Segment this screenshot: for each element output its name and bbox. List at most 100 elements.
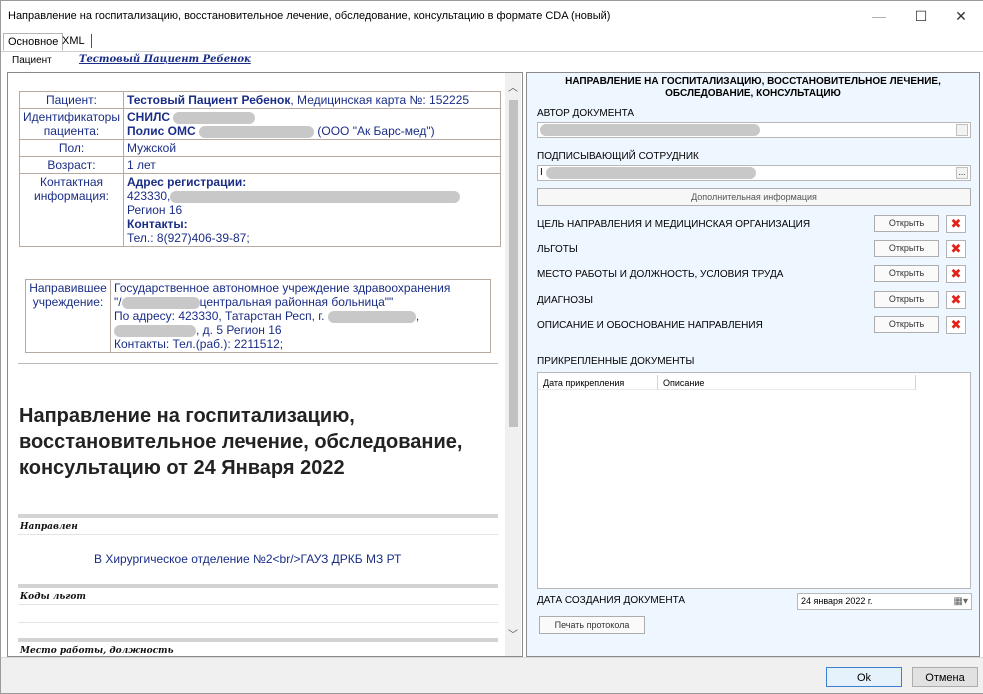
contact-value: Адрес регистрации: 423330, Регион 16 Кон… [123,173,501,247]
form-heading: НАПРАВЛЕНИЕ НА ГОСПИТАЛИЗАЦИЮ, ВОССТАНОВ… [565,76,941,99]
document-preview[interactable]: Пациент: Тестовый Пациент Ребенок, Медиц… [7,72,523,657]
col-description[interactable]: Описание [663,378,704,388]
calendar-icon[interactable]: ▦▾ [954,594,968,609]
contacts-title: Контакты: [127,217,188,231]
signer-redacted [546,167,756,179]
scroll-up-icon[interactable]: ︿ [505,81,521,97]
signer-field[interactable]: I ... [537,165,971,181]
age-key: Возраст: [19,156,124,174]
section-heading-benefits: Коды льгот [20,592,86,602]
addr-region: Регион 16 [127,203,183,217]
date-value: 24 января 2022 г. [801,596,873,606]
date-label: ДАТА СОЗДАНИЯ ДОКУМЕНТА [537,595,686,606]
author-redacted [540,124,760,136]
section-bar [18,514,498,518]
org-value: Государственное автономное учреждение зд… [110,279,491,353]
author-field[interactable] [537,122,971,138]
phone: Тел.: 8(927)406-39-87; [127,231,250,245]
signer-prefix: I [540,167,543,178]
patient-name: Тестовый Пациент Ребенок [127,93,291,107]
tab-separator [91,34,92,48]
additional-info-button[interactable]: Дополнительная информация [537,188,971,206]
open-button[interactable]: Открыть [874,291,939,308]
org-line3: По адресу: 423330, Татарстан Респ, г. [114,309,325,323]
addr-zip: 423330, [127,189,171,203]
open-button[interactable]: Открыть [874,215,939,232]
org-line2-suffix: центральная районная больница"" [199,295,394,309]
document-title: Направление на госпитализацию, восстанов… [19,405,463,479]
addr-title: Адрес регистрации: [127,175,247,189]
maximize-button[interactable]: ☐ [903,1,939,31]
row-label: ЛЬГОТЫ [537,244,578,255]
patient-label: Пациент [12,55,52,66]
row-label: ЦЕЛЬ НАПРАВЛЕНИЯ И МЕДИЦИНСКАЯ ОРГАНИЗАЦ… [537,219,811,230]
contact-key: Контактная информация: [19,173,124,247]
row-label: МЕСТО РАБОТЫ И ДОЛЖНОСТЬ, УСЛОВИЯ ТРУДА [537,269,784,280]
patient-info-table: Пациент: Тестовый Пациент Ребенок, Медиц… [19,91,501,247]
delete-icon[interactable]: ✖ [946,240,966,258]
close-button[interactable]: ✕ [943,1,979,31]
org-line5: Контакты: Тел.(раб.): 2211512; [114,337,284,351]
cancel-button[interactable]: Отмена [912,667,978,687]
scroll-thumb[interactable] [509,100,518,427]
age-value: 1 лет [123,156,501,174]
ids-value: СНИЛС Полис ОМС (ООО "Ак Барс-мед") [123,108,501,140]
dialog-window: Направление на госпитализацию, восстанов… [0,0,983,694]
org-line2-prefix: "/ [114,295,122,309]
author-label: АВТОР ДОКУМЕНТА [537,108,635,119]
oms-label: Полис ОМС [127,124,196,138]
author-picker-button[interactable] [956,124,968,136]
addr-redacted [170,190,461,203]
org-line4: , д. 5 Регион 16 [196,323,282,337]
col-date[interactable]: Дата прикрепления [543,378,624,388]
open-button[interactable]: Открыть [874,240,939,257]
sex-value: Мужской [123,139,501,157]
section-heading-workplace: Место работы, должность [20,646,174,656]
date-picker[interactable]: 24 января 2022 г. ▦▾ [797,593,972,610]
attached-label: ПРИКРЕПЛЕННЫЕ ДОКУМЕНТЫ [537,356,695,367]
ids-key: Идентификаторы пациента: [19,108,124,140]
row-label: ОПИСАНИЕ И ОБОСНОВАНИЕ НАПРАВЛЕНИЯ [537,320,763,331]
print-protocol-button[interactable]: Печать протокола [539,616,645,634]
form-panel: НАПРАВЛЕНИЕ НА ГОСПИТАЛИЗАЦИЮ, ВОССТАНОВ… [526,72,980,657]
oms-org: (ООО "Ак Барс-мед") [317,124,435,138]
signer-label: ПОДПИСЫВАЮЩИЙ СОТРУДНИК [537,151,699,162]
col-divider [657,375,658,390]
tab-main[interactable]: Основное [3,33,64,51]
delete-icon[interactable]: ✖ [946,265,966,283]
title-bar: Направление на госпитализацию, восстанов… [1,1,983,31]
delete-icon[interactable]: ✖ [946,316,966,334]
tab-xml[interactable]: XML [58,33,89,49]
patient-link[interactable]: Тестовый Пациент Ребенок [79,54,251,65]
org-line3-end: , [415,309,420,323]
ok-button[interactable]: Ok [826,667,902,687]
tab-strip: Основное XML [1,31,983,52]
patient-value: Тестовый Пациент Ребенок, Медицинская ка… [123,91,501,109]
section-bar [18,638,498,642]
attached-documents-list[interactable]: Дата прикрепления Описание [537,372,971,589]
minimize-button[interactable]: — [861,1,897,31]
list-header: Дата прикрепления Описание [538,373,916,390]
org-key: Направившее учреждение: [25,279,111,353]
delete-icon[interactable]: ✖ [946,215,966,233]
snils-redacted [173,111,256,124]
org-city-redacted [327,310,416,323]
org-info-table: Направившее учреждение: Государственное … [25,279,491,353]
section-bar [18,584,498,588]
open-button[interactable]: Открыть [874,265,939,282]
oms-redacted [199,125,315,138]
org-line1: Государственное автономное учреждение зд… [114,281,451,295]
section-heading-referred: Направлен [20,522,78,532]
open-button[interactable]: Открыть [874,316,939,333]
vertical-scrollbar[interactable]: ︿ ﹀ [505,73,521,656]
section-underline [18,622,498,623]
signer-picker-button[interactable]: ... [956,167,968,179]
patient-card: , Медицинская карта №: 152225 [290,93,470,107]
delete-icon[interactable]: ✖ [946,291,966,309]
org-street-redacted [114,324,196,337]
row-label: ДИАГНОЗЫ [537,295,593,306]
section-text-referred: В Хирургическое отделение №2<br/>ГАУЗ ДР… [94,552,402,566]
scroll-down-icon[interactable]: ﹀ [505,628,521,644]
divider [18,363,498,364]
window-title: Направление на госпитализацию, восстанов… [8,10,611,22]
